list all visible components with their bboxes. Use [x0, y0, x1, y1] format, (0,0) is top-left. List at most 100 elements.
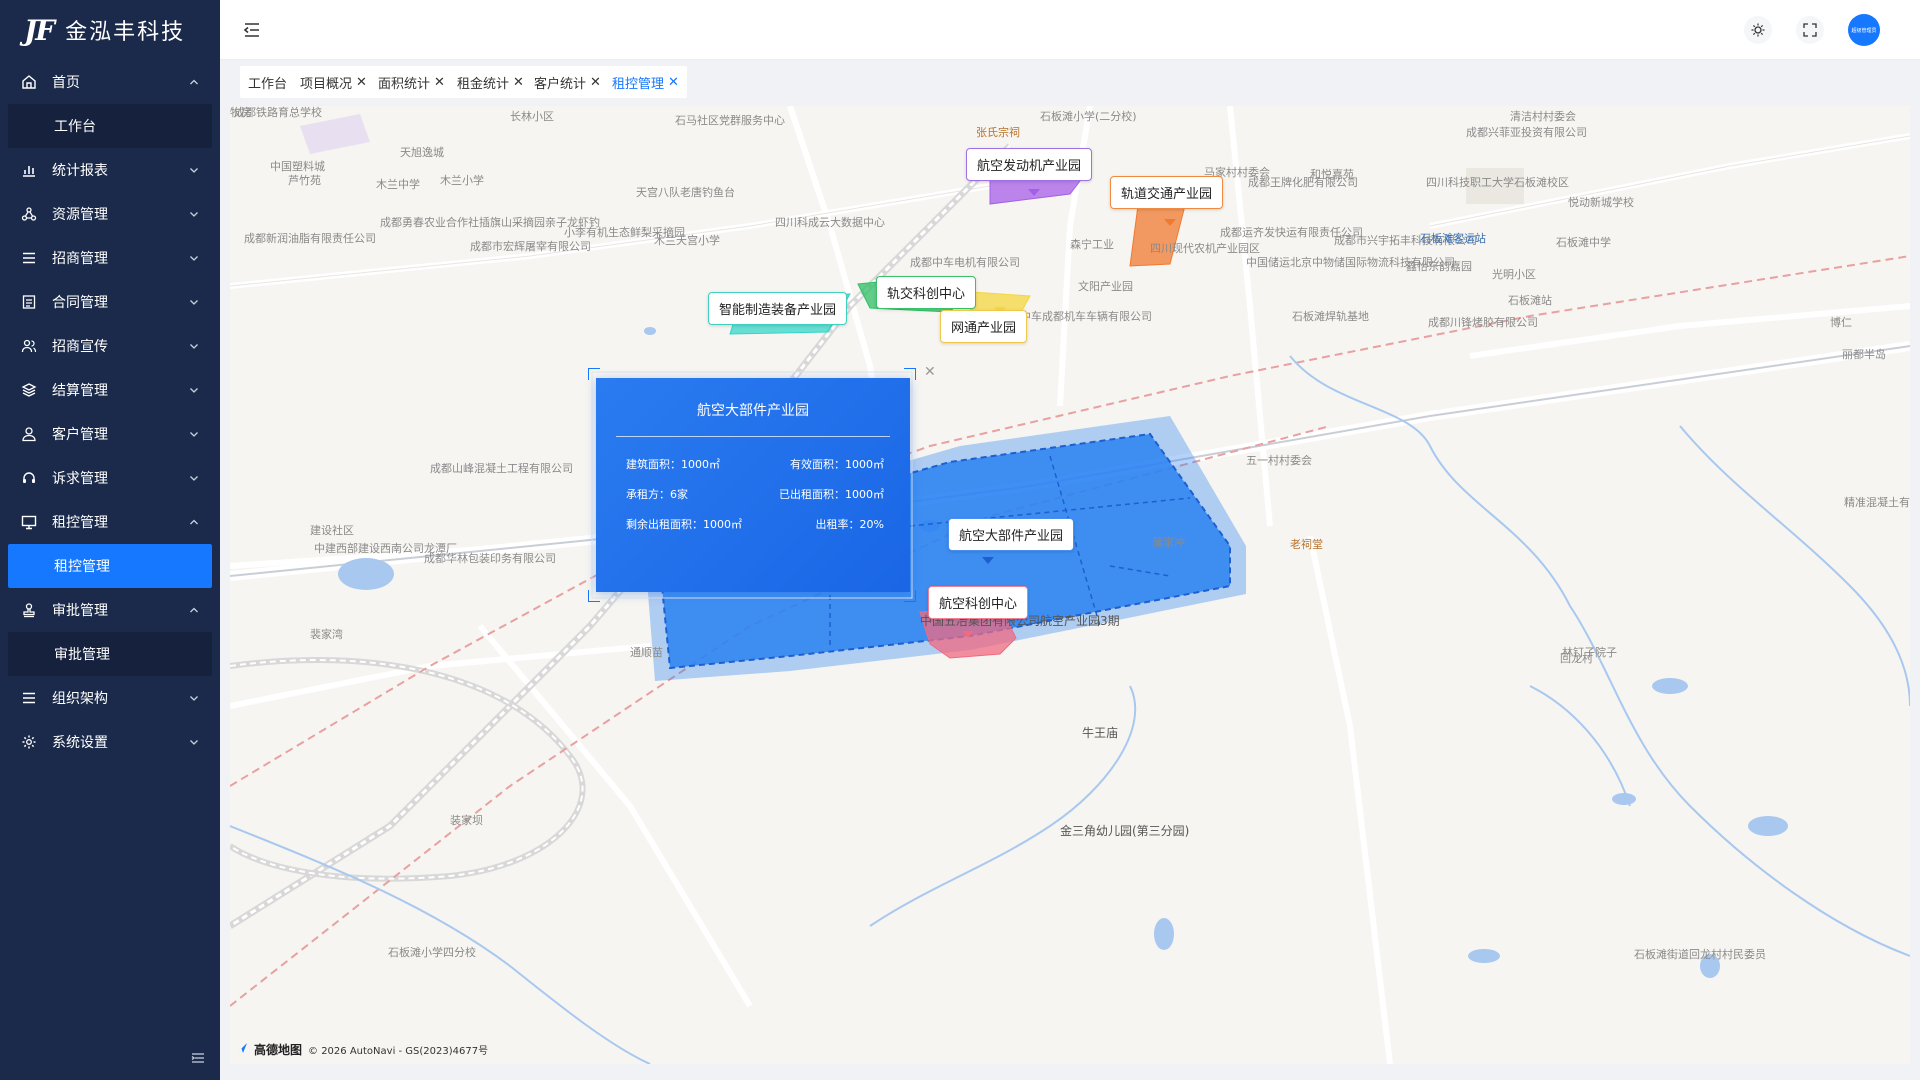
park-callout-4[interactable]: 网通产业园 — [940, 310, 1028, 343]
map-poi-label[interactable]: 和悦嘉苑 — [1310, 168, 1354, 182]
tab-2[interactable]: 面积统计 ✕ — [370, 66, 453, 98]
info-card-key: 建筑面积： — [626, 458, 681, 471]
info-card-close-icon[interactable]: ✕ — [924, 364, 936, 380]
sidebar-item-settings[interactable]: 系统设置 — [0, 720, 220, 764]
sidebar-item-appeal[interactable]: 诉求管理 — [0, 456, 220, 500]
map-poi-label[interactable]: 石板滩站 — [1508, 294, 1552, 308]
map-poi-label[interactable]: 文阳产业园 — [1078, 280, 1133, 294]
map-poi-label[interactable]: 博仁 — [1830, 316, 1852, 330]
map-poi-label[interactable]: 成都中车电机有限公司 — [910, 256, 1020, 270]
map-poi-label[interactable]: 回龙村 — [1560, 652, 1593, 666]
tab-close-icon[interactable]: ✕ — [356, 75, 367, 90]
tab-4[interactable]: 客户统计 ✕ — [526, 66, 609, 98]
tab-5[interactable]: 租控管理 ✕ — [604, 66, 687, 98]
map-poi-label[interactable]: 木兰小学 — [440, 174, 484, 188]
map-poi-label[interactable]: 石马社区党群服务中心 — [675, 114, 785, 128]
map-poi-label[interactable]: 长林小区 — [510, 110, 554, 124]
park-callout-3[interactable]: 智能制造装备产业园 — [708, 292, 848, 325]
park-callout-5[interactable]: 航空大部件产业园 — [948, 518, 1075, 551]
map-poi-label[interactable]: 中车成都机车车辆有限公司 — [1020, 310, 1152, 324]
map-poi-label[interactable]: 光明小区 — [1492, 268, 1536, 282]
park-callout-6[interactable]: 航空科创中心 — [928, 586, 1029, 619]
tab-0[interactable]: 工作台 — [240, 66, 296, 98]
map-poi-label[interactable]: 成都市宏辉屠宰有限公司 — [470, 240, 591, 254]
map-poi-label[interactable]: 张氏宗祠 — [976, 126, 1020, 140]
map-poi-label[interactable]: 悦动新城学校 — [1568, 196, 1634, 210]
park-callout-0[interactable]: 航空发动机产业园 — [966, 148, 1093, 181]
menu-fold-icon[interactable] — [242, 20, 262, 40]
map-canvas[interactable]: 成都铁路育总学校 长林小区 石马社区党群服务中心 石板滩小学(二分校) 清洁村村委会 张氏… — [230, 106, 1910, 1064]
map-poi-label[interactable]: 森宁工业 — [1070, 238, 1114, 252]
sidebar-item-resources[interactable]: 资源管理 — [0, 192, 220, 236]
sidebar-item-approval[interactable]: 审批管理 — [0, 588, 220, 632]
map-poi-label[interactable]: 金三角幼儿园(第三分园) — [1060, 824, 1189, 838]
map-poi-label[interactable]: 清洁村村委会 — [1510, 110, 1576, 124]
sidebar-subitem-home[interactable]: 工作台 — [8, 104, 212, 148]
park-callout-1[interactable]: 轨道交通产业园 — [1110, 176, 1224, 209]
info-card-title: 航空大部件产业园 — [697, 403, 809, 419]
tab-close-icon[interactable]: ✕ — [513, 75, 524, 90]
map-poi-label[interactable]: 成都山峰混凝土工程有限公司 — [430, 462, 573, 476]
map-poi-label[interactable]: 石板滩中学 — [1556, 236, 1611, 250]
collapse-sidebar-icon[interactable] — [190, 1050, 206, 1066]
map-poi-label[interactable]: 芦竹苑 — [288, 174, 321, 188]
info-card-field: 建筑面积：1000㎡ — [626, 456, 720, 472]
map-poi-label[interactable]: 石板滩街道回龙村村民委员 — [1634, 948, 1766, 962]
sidebar-item-settlement[interactable]: 结算管理 — [0, 368, 220, 412]
map-poi-label[interactable]: 天宫八队老唐钓鱼台 — [636, 186, 735, 200]
tab-1[interactable]: 项目概况 ✕ — [292, 66, 375, 98]
map-poi-label[interactable]: 石板滩小学四分校 — [388, 946, 476, 960]
theme-toggle-icon[interactable] — [1744, 16, 1772, 44]
user-avatar[interactable]: 超级管理员 — [1848, 14, 1880, 46]
map-poi-label[interactable]: 四川现代农机产业园区 — [1150, 242, 1260, 256]
map-poi-label[interactable]: 成都新润油脂有限责任公司 — [244, 232, 376, 246]
map-poi-label[interactable]: 精准混凝土有限公司城华分店 — [1844, 496, 1910, 510]
map-poi-label[interactable]: 木兰中学 — [376, 178, 420, 192]
map-poi-label[interactable]: 石板滩客运站 — [1420, 232, 1486, 246]
map-poi-label[interactable]: 四川科成云大数据中心 — [775, 216, 885, 230]
map-poi-label[interactable]: 成都川锋烤胶有限公司 — [1428, 316, 1538, 330]
map-poi-label[interactable]: 天旭逸城 — [400, 146, 444, 160]
map-poi-label[interactable]: 牛王庙 — [1082, 726, 1118, 740]
sidebar: JF 金泓丰科技 首页 工作台 统计报表资源管理招商管理合同管理招商宣传 结算管理 客户… — [0, 0, 220, 1080]
tab-close-icon[interactable]: ✕ — [434, 75, 445, 90]
tab-close-icon[interactable]: ✕ — [668, 75, 679, 90]
sidebar-item-label: 资源管理 — [52, 207, 108, 223]
brand[interactable]: JF 金泓丰科技 — [0, 0, 220, 60]
map-poi-label[interactable]: 牧房 — [230, 106, 252, 120]
map-poi-label[interactable]: 裴家湾 — [310, 628, 343, 642]
sidebar-subitem-approval[interactable]: 审批管理 — [8, 632, 212, 676]
map-poi-label[interactable]: 石板滩小学(二分校) — [1040, 110, 1137, 124]
chevron-down-icon — [188, 736, 200, 748]
map-poi-label[interactable]: 老祠堂 — [1290, 538, 1323, 552]
sidebar-subitem-rent-control[interactable]: 租控管理 — [8, 544, 212, 588]
sidebar-item-org[interactable]: 组织架构 — [0, 676, 220, 720]
sidebar-item-rent-control[interactable]: 租控管理 — [0, 500, 220, 544]
sidebar-item-contract[interactable]: 合同管理 — [0, 280, 220, 324]
map-poi-label[interactable]: 成都华林包装印务有限公司 — [424, 552, 556, 566]
sidebar-item-home[interactable]: 首页 — [0, 60, 220, 104]
org-icon — [20, 689, 38, 707]
sidebar-item-stats[interactable]: 统计报表 — [0, 148, 220, 192]
tab-3[interactable]: 租金统计 ✕ — [449, 66, 532, 98]
map-poi-label[interactable]: 四川科技职工大学石板滩校区 — [1426, 176, 1569, 190]
map-poi-label[interactable]: 木兰天宫小学 — [654, 234, 720, 248]
map-poi-label[interactable]: 丽都半岛 — [1842, 348, 1886, 362]
map-poi-label[interactable]: 通顺苗 — [630, 646, 663, 660]
map-poi-label[interactable]: 建设社区 — [310, 524, 354, 538]
park-callout-2[interactable]: 轨交科创中心 — [876, 276, 977, 309]
map-poi-label[interactable]: 鑫怡东韵嘉园 — [1406, 260, 1472, 274]
sidebar-item-invest[interactable]: 招商管理 — [0, 236, 220, 280]
map-poi-label[interactable]: 成都兴菲亚投资有限公司 — [1466, 126, 1587, 140]
map-poi-label[interactable]: 装家坝 — [450, 814, 483, 828]
fullscreen-icon[interactable] — [1796, 16, 1824, 44]
map-poi-label[interactable]: 石板滩焊轨基地 — [1292, 310, 1369, 324]
map-poi-label[interactable]: 五一村村委会 — [1246, 454, 1312, 468]
sidebar-item-label: 合同管理 — [52, 295, 108, 311]
sidebar-item-promotion[interactable]: 招商宣传 — [0, 324, 220, 368]
tab-bar: 工作台 项目概况 ✕ 面积统计 ✕ 租金统计 ✕ 客户统计 ✕ 租控管理 ✕ — [220, 60, 1920, 104]
tab-close-icon[interactable]: ✕ — [590, 75, 601, 90]
map-poi-label[interactable]: 中国塑料城 — [270, 160, 325, 174]
map-poi-label[interactable]: 蒲家冲 — [1152, 536, 1185, 550]
sidebar-item-customer[interactable]: 客户管理 — [0, 412, 220, 456]
